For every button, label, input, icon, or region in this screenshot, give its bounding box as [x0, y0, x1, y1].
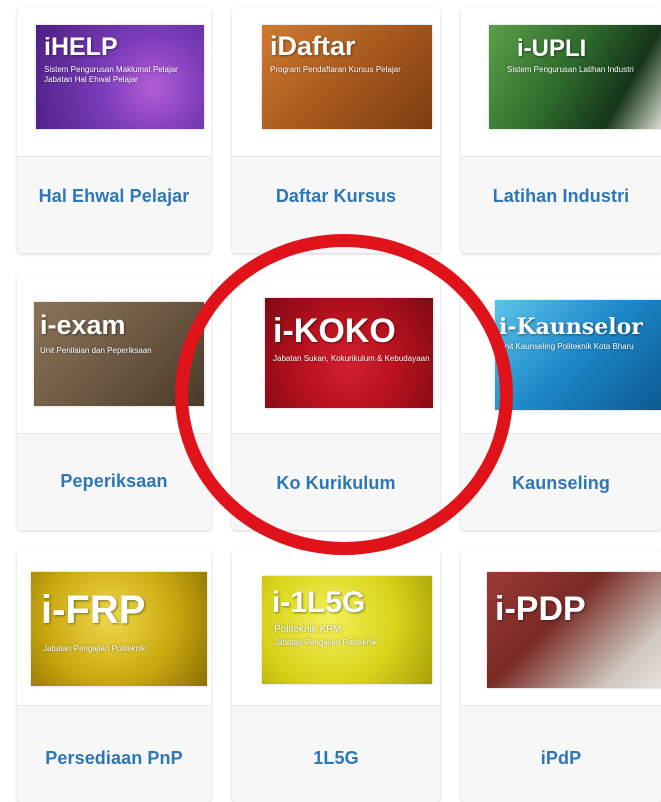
- banner-subtitle: Politeknik KPM: [274, 624, 342, 635]
- banner-title: iHELP: [44, 33, 118, 61]
- i1l5g-banner-image[interactable]: i-1L5G Politeknik KPM Jabatan Pengajian …: [262, 576, 432, 684]
- iupli-banner-image[interactable]: i-UPLI Sistem Pengurusan Latihan Industr…: [489, 25, 661, 129]
- banner-title: i-FRP: [41, 588, 146, 632]
- tile-ko-kurikulum[interactable]: i-KOKO Jabatan Sukan, Kokurikulum & Kebu…: [232, 275, 440, 530]
- banner-subtitle: Program Pendaftaran Kursus Pelajar: [270, 65, 401, 74]
- tile-label[interactable]: 1L5G: [232, 748, 440, 769]
- tile-ipdp[interactable]: i-PDP iPdP: [461, 550, 661, 802]
- banner-subtitle: Unit Kaunseling Politeknik Kota Bharu: [499, 342, 634, 351]
- ifrp-banner-image[interactable]: i-FRP Jabatan Pengajian Politeknik: [31, 572, 207, 686]
- banner-subtitle: Sistem Pengurusan Latihan Industri: [507, 65, 634, 74]
- banner-subtitle-2: Jabatan Pengajian Politeknik: [274, 638, 377, 647]
- banner-title: i-KOKO: [273, 312, 396, 350]
- banner-title: i-exam: [40, 310, 126, 340]
- tile-1l5g[interactable]: i-1L5G Politeknik KPM Jabatan Pengajian …: [232, 550, 440, 802]
- tile-daftar-kursus[interactable]: iDaftar Program Pendaftaran Kursus Pelaj…: [232, 8, 440, 253]
- tile-label[interactable]: Ko Kurikulum: [232, 473, 440, 494]
- tile-label[interactable]: iPdP: [461, 748, 661, 769]
- tile-persediaan-pnp[interactable]: i-FRP Jabatan Pengajian Politeknik Perse…: [17, 550, 211, 802]
- banner-title: i-Kaunselor: [499, 314, 643, 340]
- ikoko-banner-image[interactable]: i-KOKO Jabatan Sukan, Kokurikulum & Kebu…: [265, 298, 433, 408]
- iexam-banner-image[interactable]: i-exam Unit Penilaian dan Peperiksaan: [34, 302, 204, 406]
- banner-title: i-PDP: [495, 590, 586, 628]
- tile-label[interactable]: Persediaan PnP: [17, 748, 211, 769]
- ipdp-banner-image[interactable]: i-PDP: [487, 572, 661, 688]
- banner-subtitle: Unit Penilaian dan Peperiksaan: [40, 346, 152, 355]
- banner-title: iDaftar: [270, 31, 356, 61]
- tile-label[interactable]: Daftar Kursus: [232, 186, 440, 207]
- ihelp-banner-image[interactable]: iHELP Sistem Pengurusan Maklumat Pelajar…: [36, 25, 204, 129]
- tile-label[interactable]: Hal Ehwal Pelajar: [17, 186, 211, 207]
- tile-hal-ehwal-pelajar[interactable]: iHELP Sistem Pengurusan Maklumat Pelajar…: [17, 8, 211, 253]
- ikaunselor-banner-image[interactable]: i-Kaunselor Unit Kaunseling Politeknik K…: [495, 300, 661, 410]
- banner-title: i-UPLI: [517, 35, 587, 62]
- tile-kaunseling[interactable]: i-Kaunselor Unit Kaunseling Politeknik K…: [461, 275, 661, 530]
- banner-subtitle: Jabatan Sukan, Kokurikulum & Kebudayaan: [273, 354, 430, 363]
- tile-latihan-industri[interactable]: i-UPLI Sistem Pengurusan Latihan Industr…: [461, 8, 661, 253]
- banner-subtitle-2: Jabatan Hal Ehwal Pelajar: [44, 75, 138, 84]
- banner-title: i-1L5G: [272, 586, 366, 619]
- idaftar-banner-image[interactable]: iDaftar Program Pendaftaran Kursus Pelaj…: [262, 25, 432, 129]
- banner-subtitle: Jabatan Pengajian Politeknik: [43, 644, 146, 653]
- tile-label[interactable]: Kaunseling: [461, 473, 661, 494]
- tile-peperiksaan[interactable]: i-exam Unit Penilaian dan Peperiksaan Pe…: [17, 275, 211, 530]
- tile-label[interactable]: Peperiksaan: [17, 471, 211, 492]
- banner-subtitle: Sistem Pengurusan Maklumat Pelajar: [44, 65, 178, 74]
- tile-label[interactable]: Latihan Industri: [461, 186, 661, 207]
